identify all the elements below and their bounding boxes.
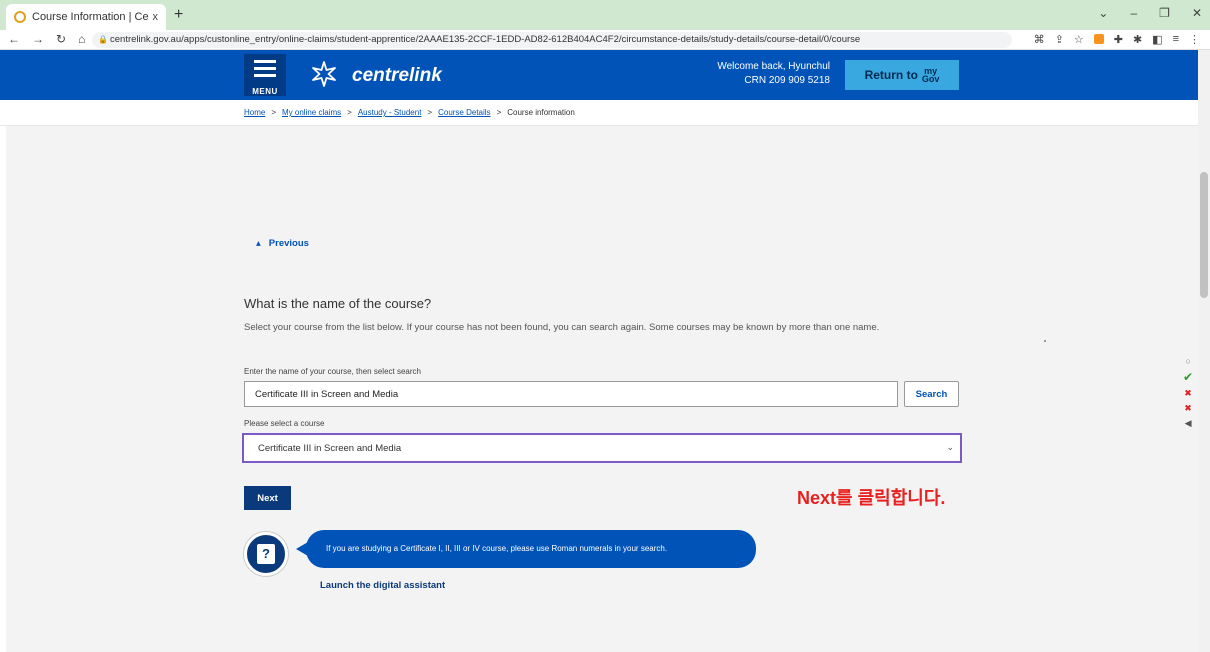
welcome-message: Welcome back, Hyunchul CRN 209 909 5218 — [700, 60, 830, 88]
reload-icon[interactable]: ↻ — [56, 32, 66, 46]
centrelink-star-icon — [310, 60, 338, 92]
select-value: Certificate III in Screen and Media — [258, 443, 402, 454]
breadcrumb-austudy-student[interactable]: Austudy - Student — [358, 108, 422, 117]
nav-buttons: ← → ↻ ⌂ — [8, 32, 85, 46]
mygov-logo: my Gov — [921, 67, 940, 84]
bookmark-star-icon[interactable]: ☆ — [1074, 33, 1084, 46]
browser-tab[interactable]: Course Information | Centrelink x — [6, 4, 166, 30]
breadcrumb-current: Course information — [507, 108, 575, 117]
welcome-user: Welcome back, Hyunchul — [717, 61, 830, 72]
breadcrumb-sep: > — [427, 108, 433, 117]
tab-title: Course Information | Centrelink — [32, 11, 149, 23]
search-field-label: Enter the name of your course, then sele… — [244, 367, 421, 376]
sidepanel-icon[interactable]: ◧ — [1152, 33, 1162, 46]
home-icon[interactable]: ⌂ — [78, 32, 85, 46]
cross-icon[interactable]: ✖ — [1183, 388, 1193, 399]
launch-assistant-link[interactable]: Launch the digital assistant — [320, 580, 445, 591]
extension-icons: ⌘ ⇪ ☆ ✚ ✱ ◧ ≡ ⋮ — [1034, 33, 1200, 46]
breadcrumb-sep: > — [496, 108, 502, 117]
restore-icon[interactable]: ❐ — [1159, 6, 1170, 20]
translate-icon[interactable]: ⌘ — [1034, 33, 1045, 46]
breadcrumb: Home > My online claims > Austudy - Stud… — [244, 108, 575, 117]
breadcrumb-home[interactable]: Home — [244, 108, 265, 117]
hamburger-icon — [254, 60, 276, 77]
url-field[interactable]: 🔒 centrelink.gov.au/apps/custonline_entr… — [92, 32, 1012, 48]
check-icon[interactable]: ✔ — [1183, 370, 1193, 384]
centrelink-logo[interactable]: centrelink — [310, 60, 442, 92]
cross-icon[interactable]: ✖ — [1183, 403, 1193, 414]
chevron-up-icon: ▴ — [256, 238, 261, 249]
assistant-message-bubble: If you are studying a Certificate I, II,… — [296, 530, 756, 568]
select-field-label: Please select a course — [244, 419, 325, 428]
scrollbar-thumb[interactable] — [1200, 172, 1208, 298]
question-book-icon: ? — [257, 544, 275, 564]
stray-dot — [1044, 340, 1046, 342]
minimize-icon[interactable]: – — [1130, 6, 1137, 20]
forward-icon[interactable]: → — [32, 32, 44, 46]
url-text: centrelink.gov.au/apps/custonline_entry/… — [110, 34, 861, 45]
extension-orange-icon[interactable] — [1093, 34, 1104, 44]
tab-close-icon[interactable]: x — [153, 11, 159, 23]
new-tab-button[interactable]: + — [174, 6, 183, 24]
previous-link[interactable]: ▴ Previous — [256, 238, 309, 249]
circle-icon[interactable]: ○ — [1183, 356, 1193, 366]
address-bar: ← → ↻ ⌂ 🔒 centrelink.gov.au/apps/custonl… — [0, 30, 1210, 50]
more-menu-icon[interactable]: ⋮ — [1189, 33, 1200, 46]
menu-label: MENU — [252, 87, 278, 96]
lock-icon: 🔒 — [98, 35, 108, 44]
centrelink-favicon-icon — [14, 11, 26, 23]
question-heading: What is the name of the course? — [244, 296, 432, 311]
question-hint: Select your course from the list below. … — [244, 322, 880, 333]
annotation-text: Next를 클릭합니다. — [797, 488, 946, 508]
return-label: Return to — [864, 68, 918, 82]
search-button[interactable]: Search — [904, 381, 959, 407]
breadcrumb-course-details[interactable]: Course Details — [438, 108, 490, 117]
chevron-down-icon: ⌄ — [946, 442, 954, 452]
site-header: MENU centrelink Welcome back, Hyunchul C… — [0, 50, 1198, 100]
mygov-bottom: Gov — [921, 74, 940, 84]
previous-label: Previous — [268, 238, 309, 249]
digital-assistant-button[interactable]: ? — [244, 532, 288, 576]
tab-search-icon[interactable]: ⌄ — [1098, 6, 1108, 20]
window-controls: ⌄ – ❐ ✕ — [1098, 6, 1202, 20]
send-icon[interactable]: ◀ — [1183, 418, 1193, 429]
crn-number: CRN 209 909 5218 — [744, 75, 830, 86]
menu-button[interactable]: MENU — [244, 54, 286, 96]
breadcrumb-sep: > — [271, 108, 277, 117]
course-select[interactable]: Certificate III in Screen and Media ⌄ — [242, 433, 962, 463]
breadcrumb-my-online-claims[interactable]: My online claims — [282, 108, 341, 117]
extension-pin-icon[interactable]: ✚ — [1114, 33, 1123, 46]
extensions-puzzle-icon[interactable]: ✱ — [1133, 33, 1142, 46]
brand-name: centrelink — [352, 65, 442, 86]
side-status-icons: ○ ✔ ✖ ✖ ◀ — [1183, 356, 1193, 429]
browser-tab-bar: Course Information | Centrelink x + ⌄ – … — [0, 0, 1210, 30]
course-search-input[interactable]: Certificate III in Screen and Media — [244, 381, 898, 407]
next-button[interactable]: Next — [244, 486, 291, 510]
return-to-mygov-button[interactable]: Return to my Gov — [845, 60, 959, 90]
breadcrumb-bar: Home > My online claims > Austudy - Stud… — [0, 100, 1198, 126]
breadcrumb-sep: > — [347, 108, 352, 117]
profile-icon[interactable]: ≡ — [1173, 33, 1179, 46]
window-close-icon[interactable]: ✕ — [1192, 6, 1202, 20]
back-icon[interactable]: ← — [8, 32, 20, 46]
share-icon[interactable]: ⇪ — [1055, 33, 1064, 46]
page-scrollbar[interactable] — [1198, 50, 1210, 652]
